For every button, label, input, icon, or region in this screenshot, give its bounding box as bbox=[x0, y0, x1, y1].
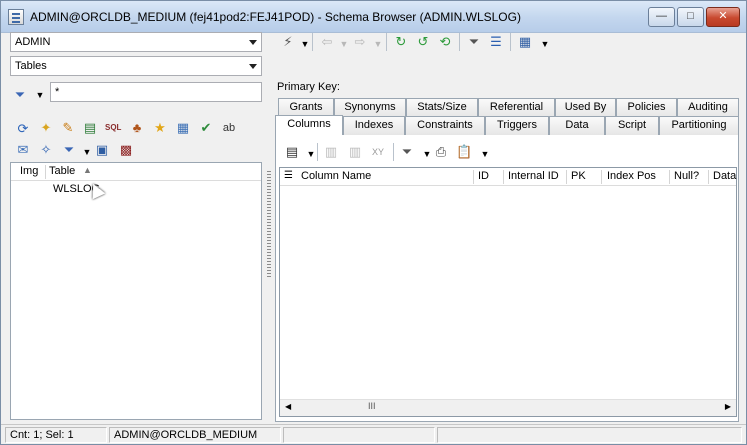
primary-key-label: Primary Key: bbox=[277, 81, 340, 93]
status-connection: ADMIN@ORCLDB_MEDIUM bbox=[109, 427, 281, 443]
table-list[interactable]: Img Table ▲ WLSLOG bbox=[10, 162, 262, 420]
close-button[interactable]: ✕ bbox=[706, 7, 740, 27]
save-icon[interactable]: ▩ bbox=[118, 142, 134, 158]
header-internal-id[interactable]: Internal ID bbox=[508, 170, 559, 182]
header-data[interactable]: Data bbox=[713, 170, 736, 182]
title-bar: ADMIN@ORCLDB_MEDIUM (fej41pod2:FEJ41POD)… bbox=[1, 1, 746, 33]
header-table[interactable]: Table bbox=[49, 165, 75, 177]
status-panel-4 bbox=[437, 427, 742, 443]
scroll-left-icon[interactable]: ◀ bbox=[285, 402, 291, 411]
columns-grid[interactable]: ☰ Column Name ID Internal ID PK Index Po… bbox=[279, 167, 737, 417]
status-counts: Cnt: 1; Sel: 1 bbox=[5, 427, 107, 443]
schema-browser-window: ADMIN@ORCLDB_MEDIUM (fej41pod2:FEJ41POD)… bbox=[0, 0, 747, 445]
chevron-down-icon bbox=[249, 40, 257, 45]
tab-synonyms[interactable]: Synonyms bbox=[334, 98, 406, 117]
app-icon bbox=[8, 9, 24, 25]
add-column-icon: ▥ bbox=[324, 144, 338, 159]
clipboard-icon[interactable]: 📋 bbox=[456, 144, 472, 160]
refresh-green2-icon[interactable]: ↺ bbox=[415, 34, 431, 50]
tab-triggers[interactable]: Triggers bbox=[485, 116, 549, 135]
forward-icon: ⇨ bbox=[354, 34, 366, 49]
calendar-icon[interactable]: ▦ bbox=[517, 34, 533, 50]
horizontal-scrollbar[interactable]: ◀ III ▶ bbox=[280, 399, 736, 416]
header-index-pos[interactable]: Index Pos bbox=[607, 170, 656, 182]
refresh-icon[interactable]: ⟳ bbox=[15, 121, 31, 137]
status-panel-3 bbox=[283, 427, 435, 443]
ab-icon[interactable]: ab bbox=[221, 120, 237, 136]
tab-partitioning[interactable]: Partitioning bbox=[659, 116, 739, 135]
splitter-handle[interactable] bbox=[265, 171, 273, 277]
refresh-green3-icon[interactable]: ⟲ bbox=[437, 34, 453, 50]
filter-icon[interactable]: ⏷ bbox=[399, 144, 415, 160]
tab-referential[interactable]: Referential bbox=[478, 98, 555, 117]
grid-menu-icon[interactable]: ☰ bbox=[284, 170, 293, 181]
printer-icon[interactable]: ⎙ bbox=[433, 144, 449, 160]
pencil-icon[interactable]: ✎ bbox=[60, 120, 76, 136]
window-title: ADMIN@ORCLDB_MEDIUM (fej41pod2:FEJ41POD)… bbox=[30, 10, 521, 24]
schema-select[interactable]: ADMIN bbox=[10, 32, 262, 52]
tree-icon[interactable]: ♣ bbox=[129, 120, 145, 136]
tab-constraints[interactable]: Constraints bbox=[405, 116, 485, 135]
tab-columns[interactable]: Columns bbox=[275, 115, 343, 135]
grid-header: ☰ Column Name ID Internal ID PK Index Po… bbox=[280, 168, 736, 186]
filter-input-value: * bbox=[55, 86, 60, 98]
list-icon[interactable]: ☰ bbox=[488, 34, 504, 50]
tab-auditing[interactable]: Auditing bbox=[677, 98, 739, 117]
filter-input[interactable]: * bbox=[50, 82, 262, 102]
chevron-down-icon[interactable]: ▼ bbox=[79, 144, 95, 160]
header-column-name[interactable]: Column Name bbox=[301, 170, 371, 182]
flashlight-icon[interactable]: ✦ bbox=[38, 120, 54, 136]
tab-data[interactable]: Data bbox=[549, 116, 605, 135]
scroll-right-icon[interactable]: ▶ bbox=[725, 402, 731, 411]
notepad-icon[interactable]: ✉ bbox=[15, 142, 31, 158]
drop-column-icon: ▥ bbox=[348, 144, 362, 159]
connect-icon[interactable]: ⚡ bbox=[280, 34, 296, 50]
list-header: Img Table ▲ bbox=[11, 163, 261, 181]
object-type-select-value: Tables bbox=[15, 60, 47, 72]
minimize-button[interactable]: — bbox=[648, 7, 675, 27]
chevron-down-icon: ▼ bbox=[339, 39, 349, 49]
filter-icon[interactable]: ⏷ bbox=[61, 142, 77, 158]
sort-ascending-icon: ▲ bbox=[83, 165, 92, 175]
chevron-down-icon[interactable]: ▼ bbox=[537, 36, 553, 52]
maximize-button[interactable]: □ bbox=[677, 7, 704, 27]
filter-icon[interactable]: ⏷ bbox=[466, 34, 482, 50]
wand-icon[interactable]: ✧ bbox=[38, 142, 54, 158]
chevron-down-icon bbox=[249, 64, 257, 69]
filter-dropdown-icon[interactable]: ⏷ bbox=[12, 87, 28, 103]
columns-menu-icon[interactable]: ▤ bbox=[284, 144, 300, 160]
schema-select-value: ADMIN bbox=[15, 36, 51, 48]
tab-script[interactable]: Script bbox=[605, 116, 659, 135]
header-null[interactable]: Null? bbox=[674, 170, 699, 182]
xy-icon: XY bbox=[371, 147, 384, 157]
tab-used-by[interactable]: Used By bbox=[555, 98, 616, 117]
refresh-green-icon[interactable]: ↻ bbox=[393, 34, 409, 50]
header-id[interactable]: ID bbox=[478, 170, 489, 182]
copy-table-icon[interactable]: ▤ bbox=[82, 120, 98, 136]
chevron-down-icon[interactable]: ▼ bbox=[32, 87, 48, 103]
star-icon[interactable]: ★ bbox=[152, 120, 168, 136]
chevron-down-icon[interactable]: ▼ bbox=[297, 36, 313, 52]
grid-icon[interactable]: ▦ bbox=[175, 120, 191, 136]
monitor-icon[interactable]: ▣ bbox=[94, 142, 110, 158]
tab-indexes[interactable]: Indexes bbox=[343, 116, 405, 135]
chevron-down-icon[interactable]: ▼ bbox=[477, 146, 493, 162]
status-bar: Cnt: 1; Sel: 1 ADMIN@ORCLDB_MEDIUM bbox=[1, 424, 746, 444]
sql-icon[interactable]: SQL bbox=[105, 120, 121, 136]
chevron-down-icon: ▼ bbox=[373, 39, 383, 49]
header-pk[interactable]: PK bbox=[571, 170, 586, 182]
header-img[interactable]: Img bbox=[20, 165, 38, 177]
tab-stats-size[interactable]: Stats/Size bbox=[406, 98, 478, 117]
tab-policies[interactable]: Policies bbox=[616, 98, 677, 117]
back-icon: ⇦ bbox=[321, 34, 333, 49]
object-type-select[interactable]: Tables bbox=[10, 56, 262, 76]
scroll-thumb[interactable]: III bbox=[368, 401, 376, 411]
check-icon[interactable]: ✔ bbox=[198, 120, 214, 136]
